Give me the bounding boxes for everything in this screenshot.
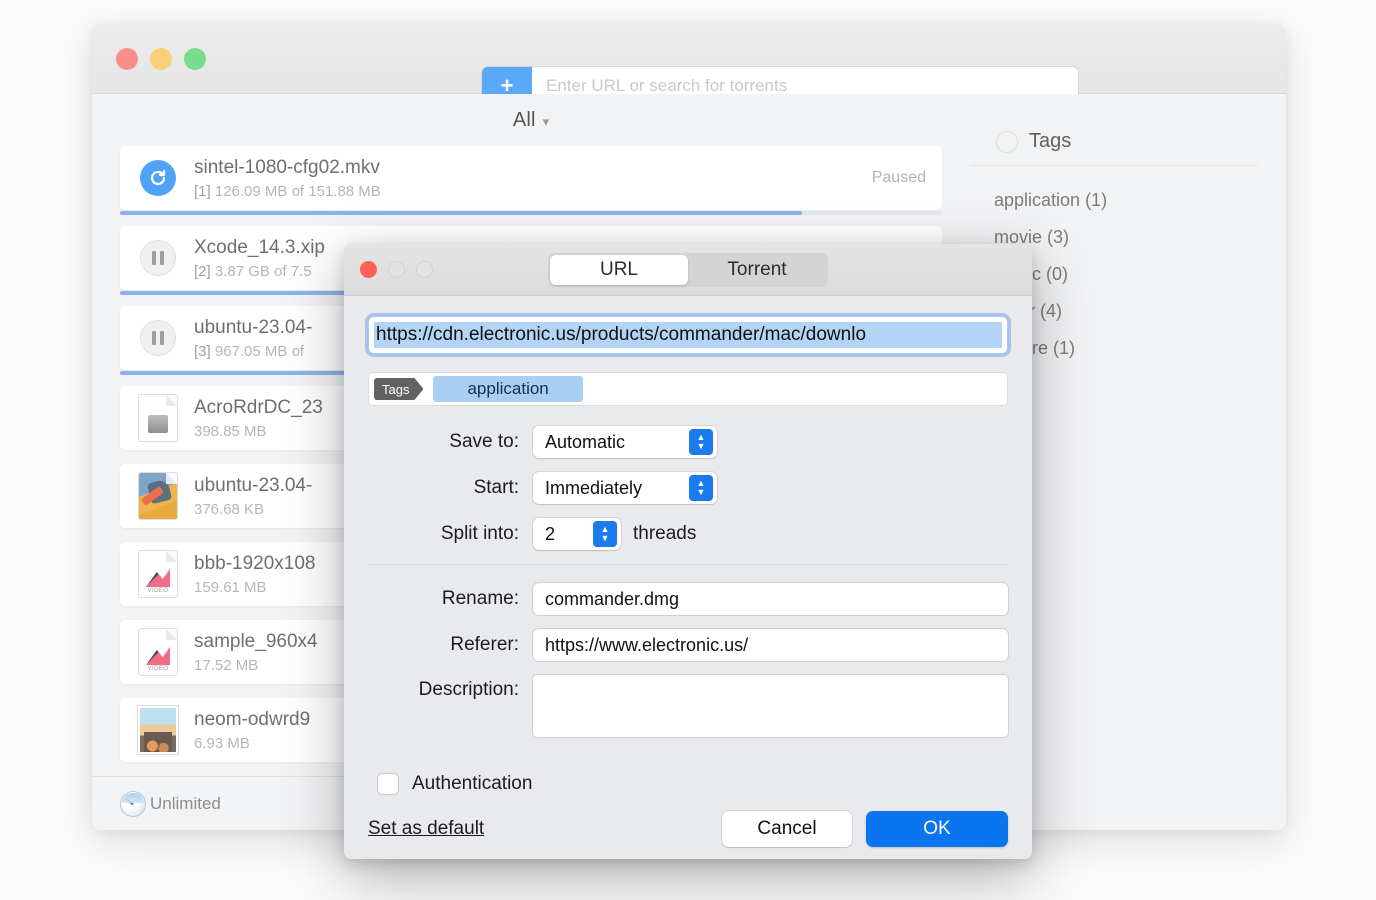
save-to-row: Save to: Automatic ▲▼ (368, 426, 1008, 458)
row-icon (136, 156, 180, 200)
size-text: 126.09 MB of 151.88 MB (215, 183, 381, 200)
ubuntu-image-icon (138, 472, 178, 520)
sidebar-item-picture[interactable]: picture (1) (994, 330, 1286, 367)
set-as-default-link[interactable]: Set as default (368, 818, 484, 840)
tags-badge: Tags (374, 378, 423, 400)
dialog-titlebar: URL Torrent (344, 244, 1032, 296)
dialog-zoom-button (416, 261, 433, 278)
sidebar-item-music[interactable]: music (0) (994, 256, 1286, 293)
dialog-url-input[interactable]: https://cdn.electronic.us/products/comma… (368, 316, 1008, 354)
rename-row: Rename: commander.dmg (368, 583, 1008, 615)
sidebar-title: Tags (1029, 130, 1071, 153)
dialog-footer: Set as default Cancel OK (344, 795, 1032, 859)
row-text: sintel-1080-cfg02.mkv [1] 126.09 MB of 1… (194, 156, 860, 200)
status-badge: Paused (872, 169, 926, 187)
row-icon: VIDEO (136, 630, 180, 674)
dialog-tags-input[interactable]: Tags application (368, 372, 1008, 406)
threads-unit-label: threads (633, 523, 696, 545)
video-file-icon: VIDEO (138, 550, 178, 598)
start-label: Start: (368, 477, 533, 499)
filter-label: All (513, 109, 536, 131)
threads-stepper[interactable]: 2 ▲▼ (533, 518, 621, 550)
chevron-updown-icon[interactable]: ▲▼ (593, 521, 617, 547)
window-titlebar: + (92, 24, 1286, 94)
dialog-body: https://cdn.electronic.us/products/comma… (344, 296, 1032, 795)
referer-input[interactable]: https://www.electronic.us/ (533, 629, 1008, 661)
rename-input[interactable]: commander.dmg (533, 583, 1008, 615)
file-name: sintel-1080-cfg02.mkv (194, 156, 860, 180)
dialog-minimize-button (388, 261, 405, 278)
row-icon (136, 316, 180, 360)
save-to-label: Save to: (368, 431, 533, 453)
dialog-traffic-lights (360, 261, 433, 278)
row-icon (136, 708, 180, 752)
save-to-value: Automatic (545, 432, 625, 453)
referer-value: https://www.electronic.us/ (545, 635, 748, 656)
speedometer-icon[interactable] (120, 791, 146, 817)
description-textarea[interactable] (533, 675, 1008, 737)
queue-index: [2] (194, 263, 211, 280)
size-text: 967.05 MB of (215, 343, 304, 360)
close-window-button[interactable] (116, 48, 138, 70)
printer-file-icon (138, 394, 178, 442)
filter-dropdown[interactable]: All ▾ (513, 109, 549, 132)
file-size: [1] 126.09 MB of 151.88 MB (194, 183, 860, 200)
referer-row: Referer: https://www.electronic.us/ (368, 629, 1008, 661)
list-item[interactable]: sintel-1080-cfg02.mkv [1] 126.09 MB of 1… (120, 146, 942, 210)
tab-url[interactable]: URL (550, 255, 688, 285)
video-file-icon: VIDEO (138, 628, 178, 676)
cancel-button[interactable]: Cancel (722, 811, 852, 847)
start-value: Immediately (545, 478, 642, 499)
tag-circle-icon (996, 131, 1018, 153)
start-row: Start: Immediately ▲▼ (368, 472, 1008, 504)
speed-limit-label: Unlimited (150, 794, 221, 814)
minimize-window-button[interactable] (150, 48, 172, 70)
section-divider (368, 564, 1008, 565)
tag-chip-application[interactable]: application (433, 376, 582, 402)
authentication-row: Authentication (378, 773, 1008, 795)
description-row: Description: (368, 675, 1008, 737)
dialog-close-button[interactable] (360, 261, 377, 278)
dialog-settings: Save to: Automatic ▲▼ Start: Immediately… (368, 426, 1008, 757)
threads-value: 2 (545, 524, 555, 545)
row-icon (136, 474, 180, 518)
split-row: Split into: 2 ▲▼ threads (368, 518, 1008, 550)
start-select[interactable]: Immediately ▲▼ (533, 472, 717, 504)
row-icon (136, 396, 180, 440)
add-download-dialog: URL Torrent https://cdn.electronic.us/pr… (344, 244, 1032, 859)
tab-torrent[interactable]: Torrent (688, 255, 826, 285)
pause-circle-icon[interactable] (140, 320, 176, 356)
save-to-select[interactable]: Automatic ▲▼ (533, 426, 717, 458)
sidebar-item-movie[interactable]: movie (3) (994, 219, 1286, 256)
zoom-window-button[interactable] (184, 48, 206, 70)
size-text: 3.87 GB of 7.5 (215, 263, 312, 280)
progress-bar (120, 211, 942, 215)
description-label: Description: (368, 675, 533, 701)
queue-index: [1] (194, 183, 211, 200)
chevron-updown-icon: ▲▼ (689, 475, 713, 501)
filter-bar: All ▾ (92, 94, 970, 146)
photo-thumb-icon (138, 706, 178, 754)
authentication-label: Authentication (412, 773, 532, 795)
url-value: https://cdn.electronic.us/products/comma… (374, 322, 1002, 348)
resume-circle-icon[interactable] (140, 160, 176, 196)
referer-label: Referer: (368, 634, 533, 656)
window-traffic-lights (116, 48, 206, 70)
queue-index: [3] (194, 343, 211, 360)
split-label: Split into: (368, 523, 533, 545)
chevron-updown-icon: ▲▼ (689, 429, 713, 455)
rename-label: Rename: (368, 588, 533, 610)
row-icon (136, 236, 180, 280)
sidebar-item-other[interactable]: other (4) (994, 293, 1286, 330)
tags-header: Tags (970, 130, 1258, 166)
ok-button[interactable]: OK (866, 811, 1008, 847)
sidebar-item-application[interactable]: application (1) (994, 182, 1286, 219)
rename-value: commander.dmg (545, 589, 679, 610)
pause-circle-icon[interactable] (140, 240, 176, 276)
chevron-down-icon: ▾ (543, 114, 550, 130)
dialog-tabs: URL Torrent (548, 253, 828, 287)
authentication-checkbox[interactable] (378, 774, 398, 794)
row-icon: VIDEO (136, 552, 180, 596)
